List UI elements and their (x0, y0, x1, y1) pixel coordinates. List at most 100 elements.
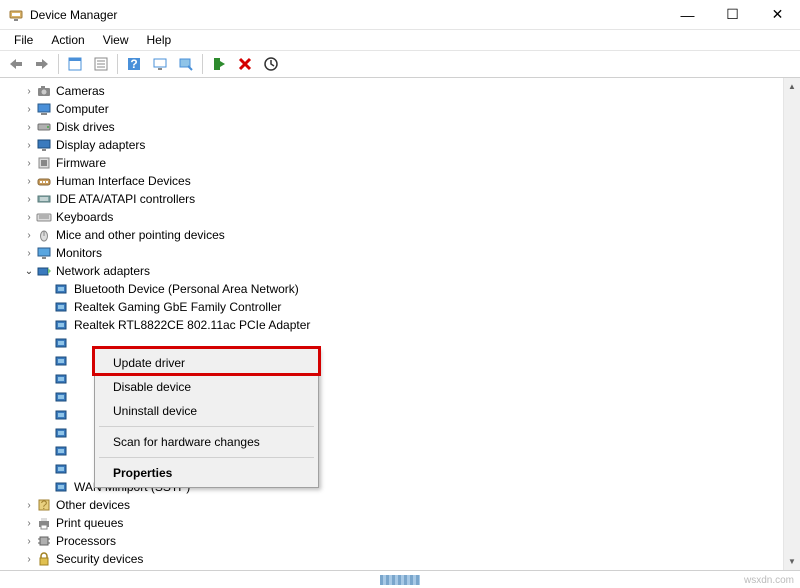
ctx-scan-hardware[interactable]: Scan for hardware changes (97, 430, 316, 454)
tree-category[interactable]: › Monitors (4, 244, 783, 262)
properties-button[interactable] (89, 52, 113, 76)
mouse-icon (36, 227, 52, 243)
chevron-right-icon[interactable]: › (22, 140, 36, 151)
tree-category[interactable]: › Firmware (4, 154, 783, 172)
ctx-disable-device[interactable]: Disable device (97, 375, 316, 399)
chevron-right-icon[interactable]: › (22, 158, 36, 169)
chevron-down-icon[interactable]: ⌄ (22, 266, 36, 277)
menu-view[interactable]: View (95, 31, 137, 49)
forward-button[interactable] (30, 52, 54, 76)
display-icon (36, 137, 52, 153)
network-adapter-icon (54, 299, 70, 315)
chevron-right-icon[interactable]: › (22, 212, 36, 223)
network-icon (36, 263, 52, 279)
tree-category[interactable]: ›Keyboards (4, 208, 783, 226)
tree-label: Realtek Gaming GbE Family Controller (74, 300, 281, 314)
back-button[interactable] (4, 52, 28, 76)
hid-icon (36, 173, 52, 189)
watermark: wsxdn.com (744, 575, 794, 586)
tree-label: Firmware (56, 156, 106, 170)
disk-icon (36, 119, 52, 135)
chevron-right-icon[interactable]: › (22, 122, 36, 133)
chevron-right-icon[interactable]: › (22, 230, 36, 241)
network-adapter-icon (54, 317, 70, 333)
network-adapter-icon (54, 389, 70, 405)
menu-file[interactable]: File (6, 31, 41, 49)
tree-label: Bluetooth Device (Personal Area Network) (74, 282, 299, 296)
ctx-update-driver[interactable]: Update driver (97, 351, 316, 375)
window-title: Device Manager (30, 8, 665, 22)
tree-label: Disk drives (56, 120, 115, 134)
context-menu: Update driver Disable device Uninstall d… (94, 348, 319, 488)
tree-label: Monitors (56, 246, 102, 260)
menu-help[interactable]: Help (139, 31, 180, 49)
computer-icon (36, 101, 52, 117)
device-tree[interactable]: ›Cameras›Computer›Disk drives›Display ad… (0, 78, 783, 570)
tree-category[interactable]: ›Computer (4, 100, 783, 118)
tree-label: IDE ATA/ATAPI controllers (56, 192, 195, 206)
chevron-right-icon[interactable]: › (22, 554, 36, 565)
help-button[interactable]: ? (122, 52, 146, 76)
chevron-right-icon[interactable]: › (22, 194, 36, 205)
network-adapter-icon (54, 371, 70, 387)
monitor-icon (36, 245, 52, 261)
network-adapter-icon (54, 461, 70, 477)
other-icon: ? (36, 497, 52, 513)
firmware-icon (36, 155, 52, 171)
tree-device[interactable]: Bluetooth Device (Personal Area Network) (4, 280, 783, 298)
tree-label: Realtek RTL8822CE 802.11ac PCIe Adapter (74, 318, 310, 332)
ctx-separator (99, 426, 314, 427)
tree-label: Processors (56, 534, 116, 548)
app-icon (8, 7, 24, 23)
tree-category[interactable]: › Print queues (4, 514, 783, 532)
tree-device[interactable]: Realtek RTL8822CE 802.11ac PCIe Adapter (4, 316, 783, 334)
ctx-uninstall-device[interactable]: Uninstall device (97, 399, 316, 423)
chevron-right-icon[interactable]: › (22, 248, 36, 259)
security-icon (36, 551, 52, 567)
svg-text:?: ? (41, 498, 48, 512)
tree-label: Display adapters (56, 138, 145, 152)
status-indicator (380, 575, 420, 585)
network-adapter-icon (54, 443, 70, 459)
menu-action[interactable]: Action (43, 31, 92, 49)
show-hidden-button[interactable] (63, 52, 87, 76)
status-bar (0, 570, 800, 588)
close-button[interactable]: ✕ (755, 0, 800, 29)
tree-category[interactable]: › Processors (4, 532, 783, 550)
chevron-right-icon[interactable]: › (22, 518, 36, 529)
minimize-button[interactable]: — (665, 0, 710, 29)
ide-icon (36, 191, 52, 207)
scan-button[interactable] (148, 52, 172, 76)
chevron-right-icon[interactable]: › (22, 536, 36, 547)
tree-category[interactable]: › Disk drives (4, 118, 783, 136)
enable-device-button[interactable] (207, 52, 231, 76)
network-adapter-icon (54, 479, 70, 495)
tree-label: Print queues (56, 516, 123, 530)
tree-category[interactable]: › Display adapters (4, 136, 783, 154)
tree-label: Network adapters (56, 264, 150, 278)
tree-category[interactable]: › Cameras (4, 82, 783, 100)
chevron-right-icon[interactable]: › (22, 104, 36, 115)
maximize-button[interactable]: ☐ (710, 0, 755, 29)
update-driver-button[interactable] (174, 52, 198, 76)
tree-category[interactable]: › Security devices (4, 550, 783, 568)
tree-label: Human Interface Devices (56, 174, 191, 188)
scan-hardware-button[interactable] (259, 52, 283, 76)
scroll-up-icon[interactable]: ▲ (784, 78, 800, 95)
tree-category[interactable]: ›Mice and other pointing devices (4, 226, 783, 244)
ctx-properties[interactable]: Properties (97, 461, 316, 485)
vertical-scrollbar[interactable]: ▲ ▼ (783, 78, 800, 570)
tree-label: Security devices (56, 552, 143, 566)
chevron-right-icon[interactable]: › (22, 500, 36, 511)
scroll-down-icon[interactable]: ▼ (784, 553, 800, 570)
tree-category[interactable]: › Human Interface Devices (4, 172, 783, 190)
tree-label: Cameras (56, 84, 105, 98)
tree-category[interactable]: › IDE ATA/ATAPI controllers (4, 190, 783, 208)
chevron-right-icon[interactable]: › (22, 176, 36, 187)
tree-category[interactable]: ›?Other devices (4, 496, 783, 514)
chevron-right-icon[interactable]: › (22, 86, 36, 97)
tree-device[interactable]: Realtek Gaming GbE Family Controller (4, 298, 783, 316)
tree-category[interactable]: ⌄ Network adapters (4, 262, 783, 280)
uninstall-device-button[interactable] (233, 52, 257, 76)
network-adapter-icon (54, 335, 70, 351)
